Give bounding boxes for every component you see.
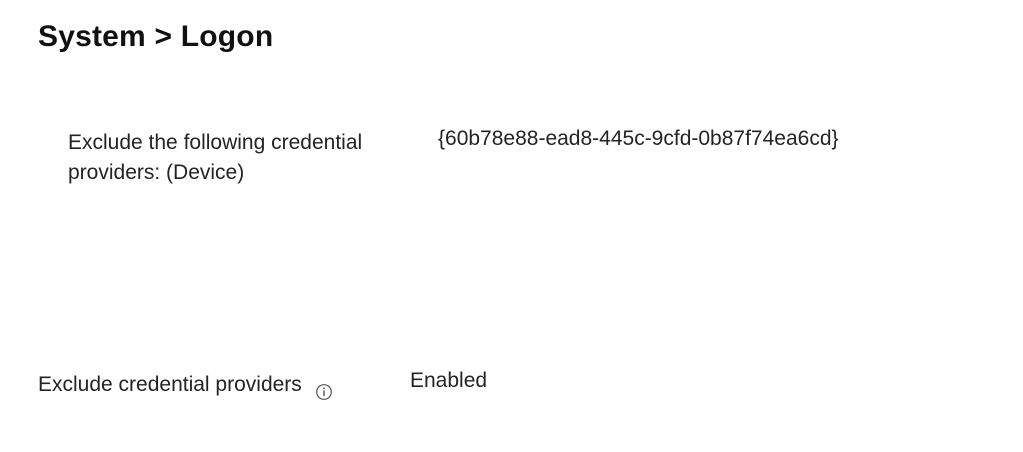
page-title: System > Logon xyxy=(38,20,274,53)
exclude-credential-providers-label: Exclude credential providers xyxy=(38,373,302,396)
credential-providers-value: {60b78e88-ead8-445c-9cfd-0b87f74ea6cd} xyxy=(438,127,839,150)
exclude-credential-providers-value: Enabled xyxy=(410,369,488,392)
credential-providers-label: Exclude the following credential provide… xyxy=(68,131,363,184)
info-icon[interactable] xyxy=(315,378,333,400)
exclude-credential-providers-row: Exclude credential providers xyxy=(38,368,333,402)
